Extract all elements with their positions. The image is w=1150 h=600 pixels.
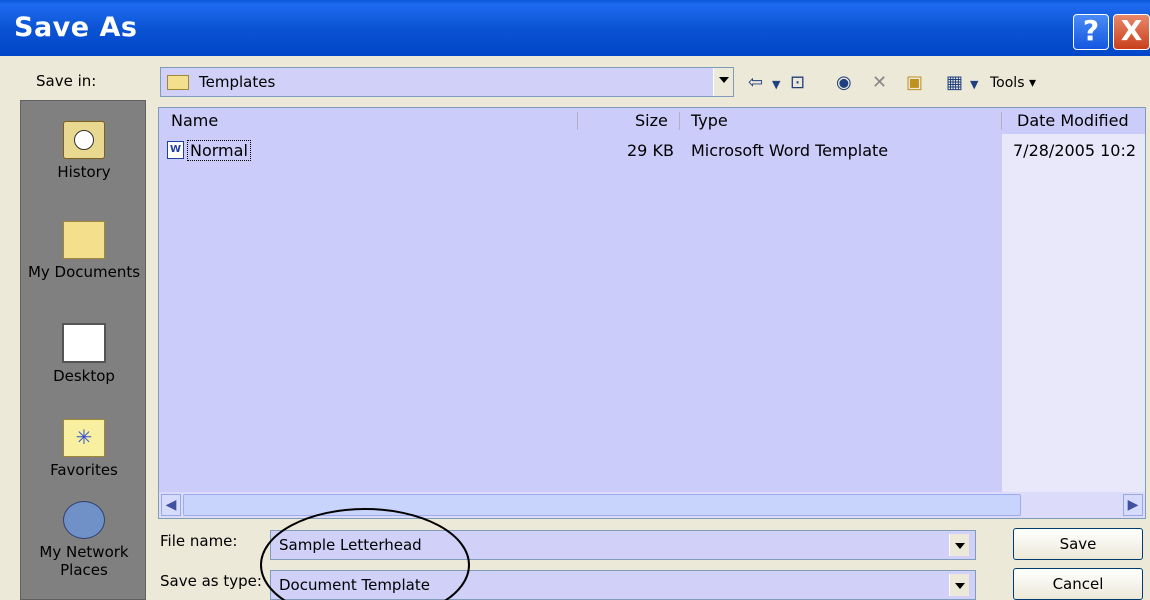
cancel-button[interactable]: Cancel <box>1013 568 1143 600</box>
history-icon <box>63 121 105 159</box>
file-name-input[interactable]: Sample Letterhead <box>270 530 976 560</box>
delete-icon[interactable]: ✕ <box>872 72 887 93</box>
file-size-cell: 29 KB <box>627 141 674 160</box>
new-folder-icon[interactable]: ▣ <box>906 72 923 93</box>
column-header-type[interactable]: Type <box>691 108 728 134</box>
save-button[interactable]: Save <box>1013 528 1143 560</box>
chevron-down-icon[interactable] <box>949 534 969 556</box>
search-web-icon[interactable]: ◉ <box>836 72 852 93</box>
save-in-label: Save in: <box>36 72 97 90</box>
file-name-label: File name: <box>160 532 238 550</box>
favorites-icon: ✳ <box>63 419 105 457</box>
close-button[interactable]: X <box>1113 14 1150 50</box>
save-in-value: Templates <box>199 73 276 91</box>
my-documents-icon <box>63 221 105 259</box>
place-label: My Documents <box>27 263 141 281</box>
desktop-icon <box>62 323 106 363</box>
place-label-2: Places <box>60 561 108 579</box>
file-date-cell: 7/28/2005 10:2 <box>1013 141 1137 160</box>
save-in-combo[interactable]: Templates <box>160 67 734 97</box>
file-type-cell: Microsoft Word Template <box>691 141 889 160</box>
places-bar: History My Documents Desktop ✳ Favorites… <box>20 100 146 600</box>
views-icon[interactable]: ▦ <box>946 72 963 93</box>
column-separator[interactable] <box>1001 112 1002 130</box>
place-desktop[interactable]: Desktop <box>21 323 147 385</box>
file-name-cell[interactable]: Normal <box>187 140 251 161</box>
place-favorites[interactable]: ✳ Favorites <box>21 419 147 479</box>
back-icon[interactable]: ⇦ <box>748 72 763 93</box>
column-separator[interactable] <box>679 112 680 130</box>
date-column-background <box>1002 134 1145 492</box>
file-list[interactable]: Name Size Type Date Modified W Normal 29… <box>158 107 1146 519</box>
place-label: History <box>57 163 111 181</box>
place-label: My Network <box>39 543 129 561</box>
scroll-left-icon[interactable]: ◀ <box>161 494 181 516</box>
horizontal-scrollbar[interactable]: ◀ ▶ <box>159 492 1145 518</box>
views-dropdown-icon[interactable]: ▼ <box>970 78 978 91</box>
place-label: Desktop <box>53 367 115 385</box>
column-separator[interactable] <box>577 112 578 130</box>
window-title: Save As <box>14 12 138 43</box>
back-dropdown-icon[interactable]: ▼ <box>772 78 780 91</box>
place-my-documents[interactable]: My Documents <box>21 221 147 281</box>
tools-menu[interactable]: Tools ▾ <box>990 75 1036 91</box>
scroll-thumb[interactable] <box>183 494 1021 516</box>
save-as-type-select[interactable]: Document Template <box>270 570 976 600</box>
column-header-size[interactable]: Size <box>635 108 668 134</box>
up-folder-icon[interactable]: ⊡ <box>790 72 805 93</box>
place-history[interactable]: History <box>21 121 147 181</box>
help-button[interactable]: ? <box>1073 14 1109 50</box>
chevron-down-icon[interactable] <box>713 68 733 96</box>
word-template-icon: W <box>167 141 184 159</box>
column-header-date[interactable]: Date Modified <box>1017 108 1129 134</box>
network-places-icon <box>63 501 105 539</box>
save-as-type-label: Save as type: <box>160 572 262 590</box>
column-header-name[interactable]: Name <box>171 108 218 134</box>
place-network[interactable]: My Network Places <box>21 501 147 579</box>
file-name-value: Sample Letterhead <box>279 536 422 554</box>
title-bar: Save As ? X <box>0 0 1150 56</box>
place-label: Favorites <box>50 461 118 479</box>
folder-icon <box>167 75 189 90</box>
scroll-right-icon[interactable]: ▶ <box>1123 494 1143 516</box>
save-as-type-value: Document Template <box>279 576 430 594</box>
chevron-down-icon[interactable] <box>949 574 969 596</box>
